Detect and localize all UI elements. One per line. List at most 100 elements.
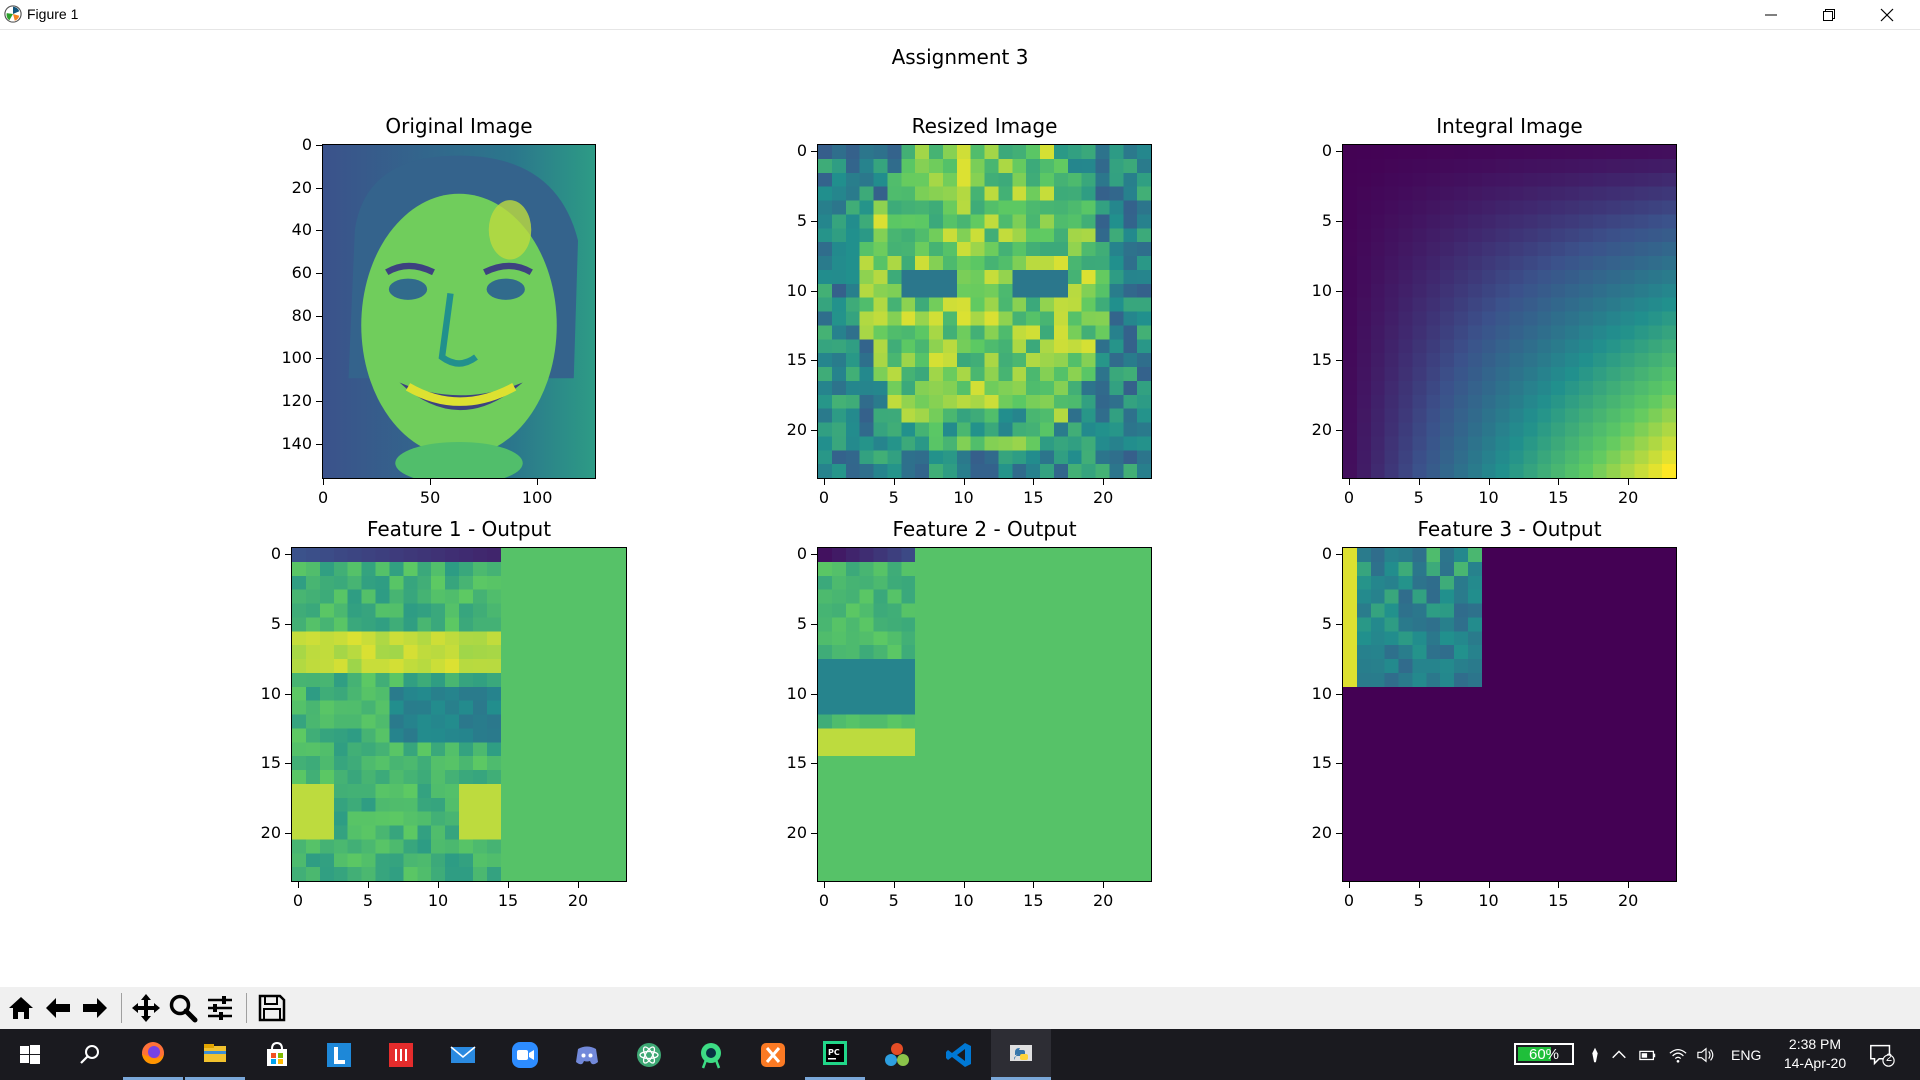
back-icon: [46, 998, 70, 1018]
y-tick-mark: [811, 833, 817, 835]
taskbar-davinci[interactable]: [867, 1029, 927, 1080]
tray-network[interactable]: [1668, 1029, 1688, 1080]
y-tick-mark: [316, 315, 322, 317]
x-tick-mark: [1033, 882, 1035, 888]
plot-area[interactable]: [322, 144, 596, 479]
action-center-button[interactable]: 2: [1868, 1029, 1896, 1080]
pan-button[interactable]: [129, 991, 163, 1025]
x-tick-mark: [963, 479, 965, 485]
tray-battery[interactable]: [1638, 1029, 1658, 1080]
configure-subplots-button[interactable]: [203, 991, 237, 1025]
x-tick-mark: [823, 882, 825, 888]
minimize-button[interactable]: [1742, 0, 1800, 29]
y-tick-label: 0: [796, 543, 807, 563]
subplot-3[interactable]: Integral Image 0 5 10 15 20 0 5 10 15 20: [1312, 114, 1677, 507]
python-icon: [1010, 1045, 1032, 1061]
back-button[interactable]: [41, 991, 75, 1025]
plot-area[interactable]: [291, 547, 627, 882]
y-tick-label: 5: [796, 210, 807, 230]
x-tick-mark: [1628, 882, 1630, 888]
maximize-button[interactable]: [1800, 0, 1858, 29]
tray-pen[interactable]: [1586, 1029, 1604, 1080]
y-tick-label: 5: [1321, 210, 1332, 230]
y-tick-label: 0: [301, 135, 312, 155]
battery-indicator[interactable]: 60%: [1514, 1043, 1574, 1065]
y-tick-label: 120: [281, 391, 312, 411]
y-tick-label: 15: [786, 753, 807, 773]
subplot-5[interactable]: Feature 2 - Output 0 5 10 15 20 0 5 10 15 20: [787, 517, 1152, 910]
image-display: [292, 548, 626, 881]
subplot-1[interactable]: Original Image 0 20 40 60 80 100 120 140 0 50 100: [281, 114, 596, 507]
subplot-2[interactable]: Resized Image 0 5 10 15 20 0 5 10 15 20: [787, 114, 1152, 507]
taskbar-android-studio[interactable]: [681, 1029, 741, 1080]
y-tick-label: 20: [786, 823, 807, 843]
battery-percentage: 60%: [1528, 1046, 1560, 1063]
home-button[interactable]: [4, 991, 38, 1025]
x-tick-mark: [508, 882, 509, 888]
speaker-icon: [1697, 1046, 1714, 1063]
taskbar-vscode[interactable]: [929, 1029, 989, 1080]
x-tick-mark: [323, 479, 325, 485]
store-icon: [267, 1041, 287, 1066]
subplot-4[interactable]: Feature 1 - Output 0 5 10 15 20 0 5 10 15 20: [261, 517, 627, 910]
taskbar-atom[interactable]: [619, 1029, 679, 1080]
tray-volume[interactable]: [1696, 1029, 1716, 1080]
taskbar-file-explorer[interactable]: [185, 1029, 245, 1080]
zoom-button[interactable]: [166, 991, 200, 1025]
x-tick-mark: [537, 479, 539, 485]
x-tick-label: 20: [1617, 891, 1639, 910]
y-tick-label: 10: [260, 683, 281, 703]
taskbar-red-app[interactable]: [371, 1029, 431, 1080]
y-tick-label: 10: [786, 280, 807, 300]
plot-area[interactable]: [1342, 144, 1677, 479]
y-tick-label: 15: [786, 350, 807, 370]
start-button[interactable]: [0, 1029, 60, 1080]
plot-area[interactable]: [1342, 547, 1677, 882]
y-tick-mark: [316, 145, 322, 147]
clock-time: 2:38 PM: [1788, 1036, 1842, 1052]
y-tick-mark: [1336, 430, 1342, 432]
forward-button[interactable]: [78, 991, 112, 1025]
taskbar-xampp[interactable]: [743, 1029, 803, 1080]
taskbar-l-app[interactable]: [309, 1029, 369, 1080]
zoom-icon: [169, 994, 198, 1023]
plot-area[interactable]: [817, 144, 1152, 479]
x-tick-mark: [578, 882, 579, 888]
toolbar-separator: [246, 993, 247, 1023]
x-tick-label: 0: [818, 891, 830, 910]
y-tick-mark: [811, 763, 817, 765]
x-tick-mark: [1418, 479, 1420, 485]
search-button[interactable]: [60, 1029, 120, 1080]
taskbar-python[interactable]: [991, 1029, 1051, 1080]
taskbar-pycharm[interactable]: PC: [805, 1029, 865, 1080]
tray-language[interactable]: ENG: [1731, 1029, 1761, 1080]
taskbar-discord[interactable]: [557, 1029, 617, 1080]
taskbar-mail[interactable]: [433, 1029, 493, 1080]
y-tick-mark: [316, 187, 322, 189]
chevron-up-icon: [1612, 1049, 1626, 1058]
subplot-6[interactable]: Feature 3 - Output 0 5 10 15 20 0 5 10 15 20: [1312, 517, 1677, 910]
taskbar-firefox[interactable]: [123, 1029, 183, 1080]
search-icon: [80, 1044, 99, 1064]
x-tick-label: 15: [1023, 891, 1044, 910]
configure-subplots-icon: [208, 996, 232, 1020]
plot-area[interactable]: [817, 547, 1152, 882]
tray-overflow[interactable]: [1610, 1029, 1628, 1080]
tray-clock[interactable]: 2:38 PM 14-Apr-20: [1770, 1035, 1860, 1073]
y-tick-label: 10: [1311, 683, 1332, 703]
taskbar-store[interactable]: [247, 1029, 307, 1080]
y-tick-label: 15: [1311, 350, 1332, 370]
davinci-icon: [885, 1042, 909, 1066]
close-icon: [1880, 8, 1894, 21]
x-tick-label: 5: [1413, 891, 1424, 910]
taskbar-zoom[interactable]: [495, 1029, 555, 1080]
forward-icon: [83, 998, 107, 1018]
close-button[interactable]: [1858, 0, 1916, 29]
x-tick-label: 100: [521, 488, 553, 507]
y-tick-label: 20: [1311, 823, 1332, 843]
maximize-icon: [1823, 8, 1835, 21]
pen-icon: [1592, 1047, 1598, 1062]
y-tick-label: 5: [1321, 613, 1332, 633]
subplot-title: Feature 3 - Output: [1417, 517, 1602, 541]
save-button[interactable]: [255, 991, 289, 1025]
